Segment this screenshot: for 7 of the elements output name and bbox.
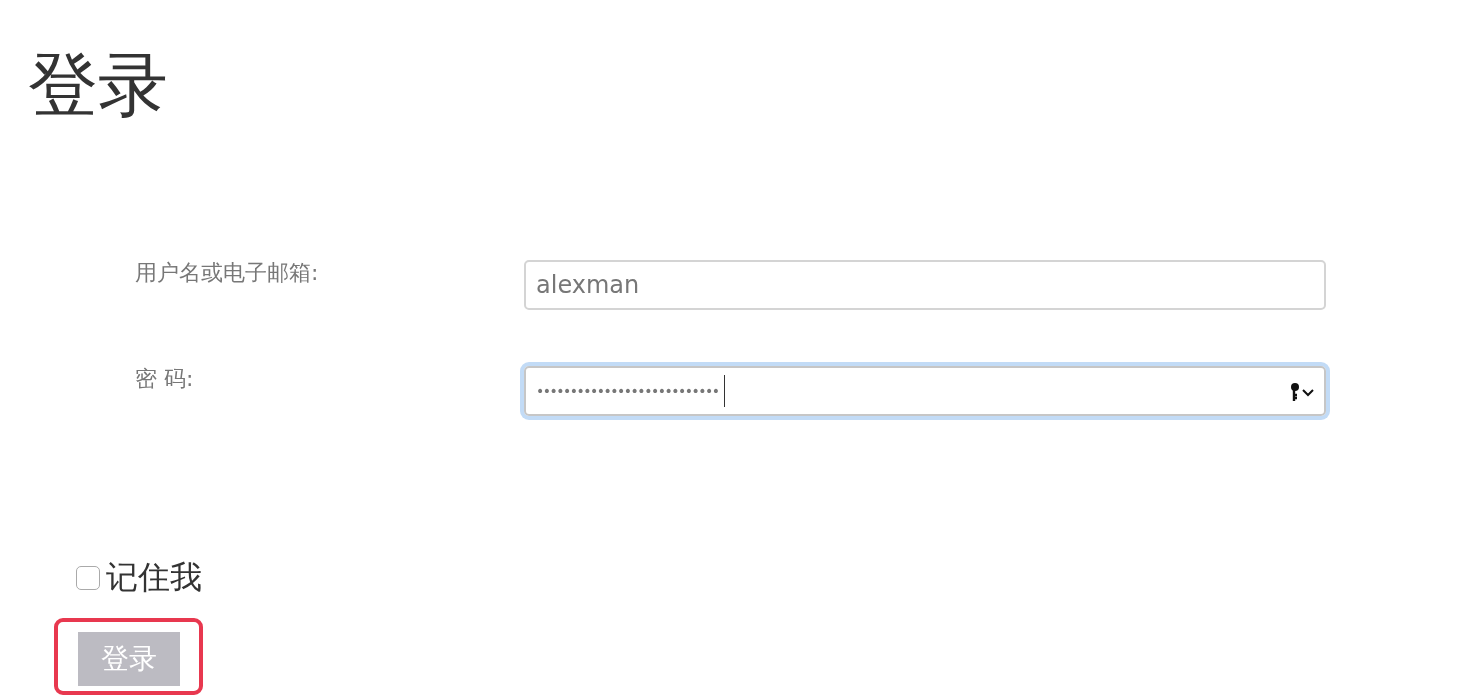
remember-label: 记住我	[106, 557, 202, 598]
field-label: 用户名或电子邮箱:	[135, 259, 319, 287]
page-title: 登录	[28, 43, 168, 128]
key-icon[interactable]	[1290, 382, 1316, 402]
field-label: 密 码:	[135, 365, 194, 393]
username-field[interactable]: alexman	[524, 260, 1326, 310]
remember-checkbox[interactable]	[76, 566, 100, 590]
